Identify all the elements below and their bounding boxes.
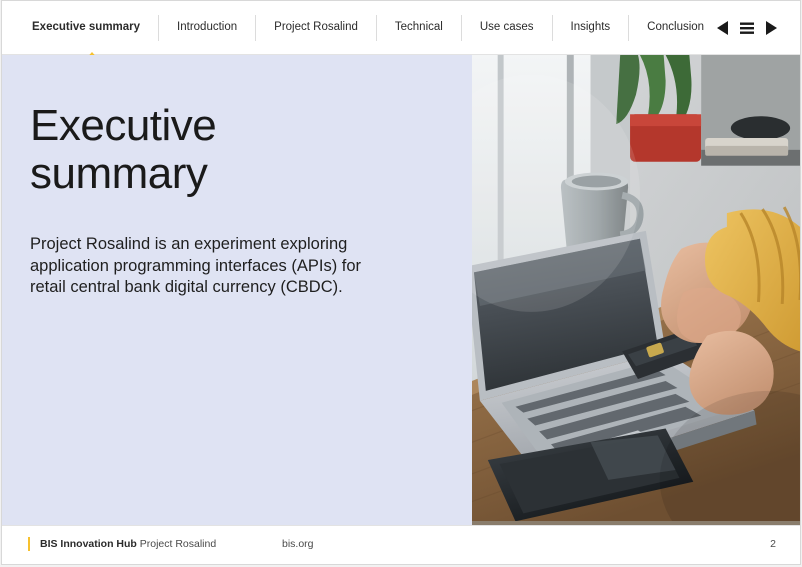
hamburger-menu-icon[interactable] [739,20,755,36]
page-title-line-1: Executive [30,101,217,150]
page-number: 2 [770,538,776,550]
footer-url[interactable]: bis.org [282,538,314,550]
footer-org-name: BIS Innovation Hub [40,538,137,550]
text-panel: Executive summary Project Rosalind is an… [2,55,472,527]
tab-label: Technical [394,20,443,33]
slide-footer: BIS Innovation Hub Project Rosalind bis.… [2,525,800,564]
tab-label: Insights [570,20,611,33]
summary-line-2: application programming interfaces (APIs… [30,256,362,275]
next-triangle-icon[interactable] [764,20,778,36]
tab-label: Project Rosalind [274,20,358,33]
tab-project-rosalind[interactable]: Project Rosalind [256,14,377,41]
summary-paragraph: Project Rosalind is an experiment explor… [30,234,442,299]
summary-line-1: Project Rosalind is an experiment explor… [30,234,348,253]
footer-organisation: BIS Innovation Hub Project Rosalind [40,538,216,550]
tab-label: Use cases [479,20,534,33]
tab-use-cases[interactable]: Use cases [462,14,553,41]
page-title: Executive summary [30,102,442,198]
prev-triangle-icon[interactable] [716,20,730,36]
presentation-slide: Executive summary Introduction Project R… [1,0,801,565]
section-tabs: Executive summary Introduction Project R… [26,14,722,60]
summary-line-3: retail central bank digital currency (CB… [30,278,343,297]
tab-insights[interactable]: Insights [553,14,630,41]
hero-photo [472,55,800,522]
footer-accent-mark [28,537,30,551]
page-title-line-2: summary [30,148,208,198]
tab-conclusion[interactable]: Conclusion [629,15,722,41]
tab-introduction[interactable]: Introduction [159,14,257,41]
tab-label: Executive summary [32,20,141,33]
top-navigation-bar: Executive summary Introduction Project R… [2,1,800,60]
tab-executive-summary[interactable]: Executive summary [26,14,160,60]
slide-content: Executive summary Project Rosalind is an… [2,55,800,527]
tab-label: Introduction [177,20,238,33]
tab-label: Conclusion [647,20,705,33]
tab-technical[interactable]: Technical [377,14,462,41]
footer-project-name: Project Rosalind [136,538,217,550]
hero-image-panel [472,55,800,527]
navigation-controls [716,20,778,36]
